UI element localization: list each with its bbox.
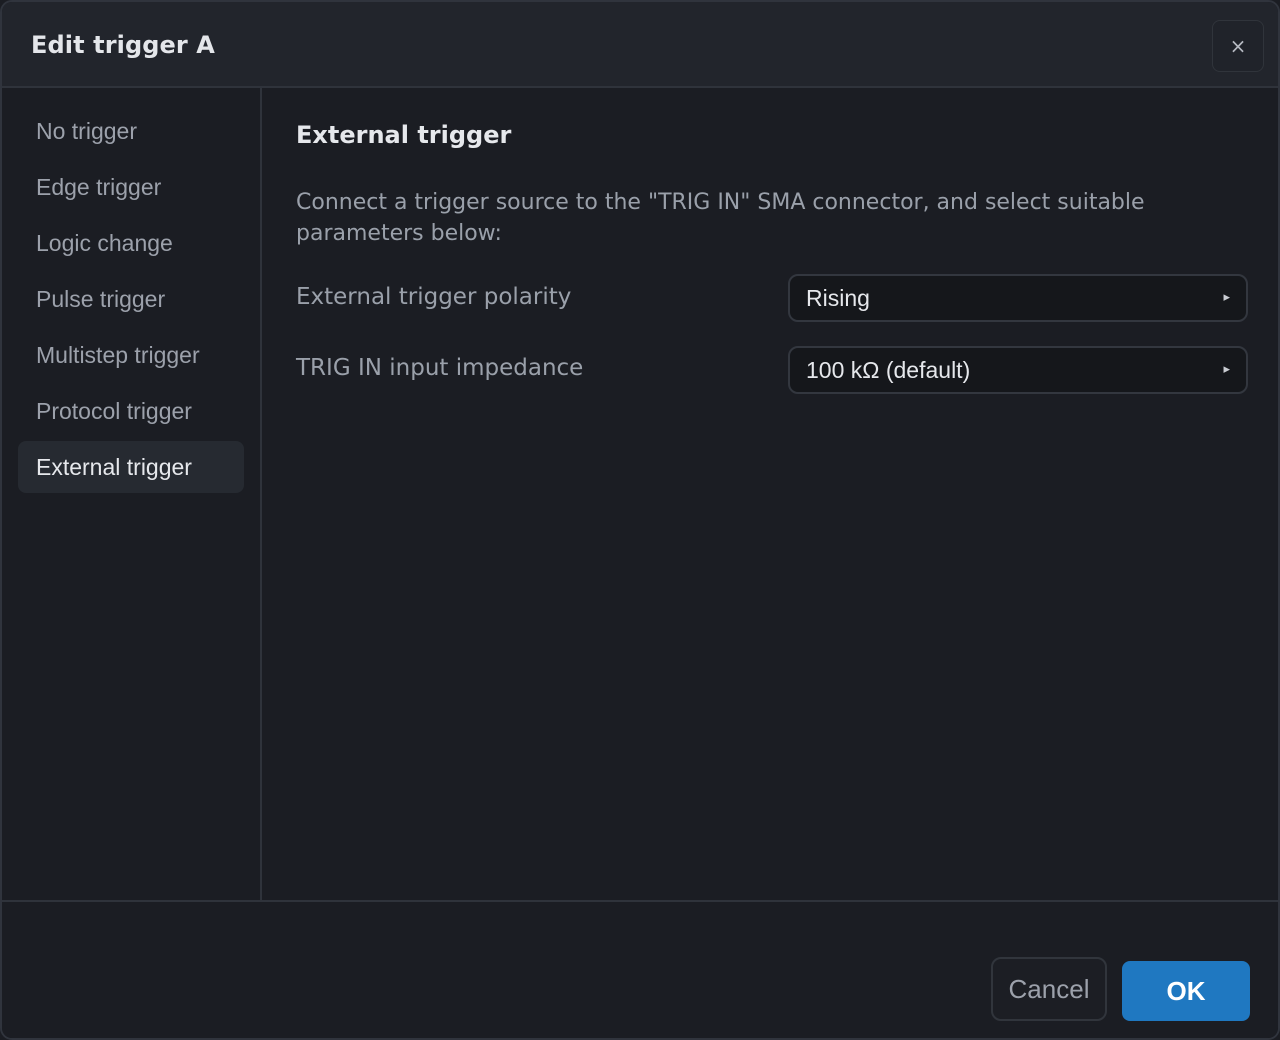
sidebar-item-pulse-trigger[interactable]: Pulse trigger (18, 273, 244, 325)
section-title: External trigger (296, 121, 512, 149)
polarity-value: Rising (806, 285, 870, 311)
sidebar-item-multistep-trigger[interactable]: Multistep trigger (18, 329, 244, 381)
edit-trigger-dialog: Edit trigger A × No trigger Edge trigger… (0, 0, 1280, 1040)
chevron-right-icon: ▸ (1223, 290, 1230, 305)
impedance-select[interactable]: 100 kΩ (default) ▸ (788, 346, 1248, 394)
dialog-title: Edit trigger A (31, 31, 215, 59)
cancel-button[interactable]: Cancel (991, 957, 1107, 1021)
sidebar-item-external-trigger[interactable]: External trigger (18, 441, 244, 493)
chevron-right-icon: ▸ (1223, 362, 1230, 377)
trigger-type-sidebar: No trigger Edge trigger Logic change Pul… (2, 88, 262, 900)
sidebar-item-edge-trigger[interactable]: Edge trigger (18, 161, 244, 213)
dialog-header: Edit trigger A × (2, 2, 1278, 88)
polarity-select[interactable]: Rising ▸ (788, 274, 1248, 322)
trigger-settings-panel: External trigger Connect a trigger sourc… (264, 88, 1278, 900)
sidebar-item-protocol-trigger[interactable]: Protocol trigger (18, 385, 244, 437)
sidebar-item-logic-change[interactable]: Logic change (18, 217, 244, 269)
section-description: Connect a trigger source to the "TRIG IN… (296, 190, 1145, 246)
impedance-label: TRIG IN input impedance (296, 355, 584, 381)
dialog-footer: Cancel OK (2, 900, 1278, 1038)
sidebar-item-no-trigger[interactable]: No trigger (18, 105, 244, 157)
polarity-label: External trigger polarity (296, 284, 572, 310)
close-icon[interactable]: × (1212, 20, 1264, 72)
impedance-value: 100 kΩ (default) (806, 357, 971, 383)
ok-button[interactable]: OK (1122, 961, 1250, 1021)
